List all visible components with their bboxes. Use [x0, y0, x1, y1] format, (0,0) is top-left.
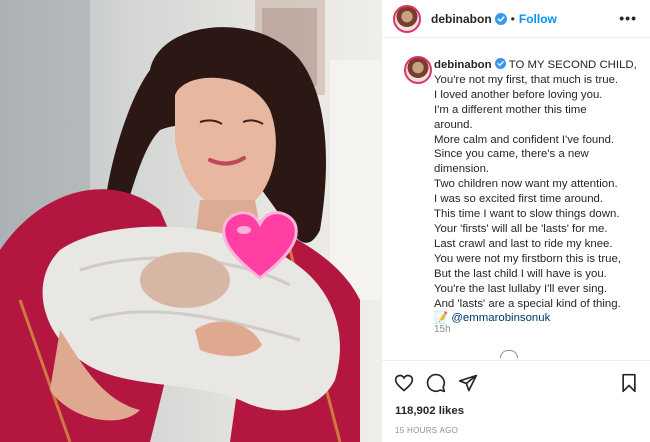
caption-line: I'm a different mother this time: [434, 103, 587, 116]
caption-username[interactable]: debinabon: [434, 59, 492, 71]
caption-line: This time I want to slow things down.: [434, 208, 620, 221]
action-bar: [382, 360, 650, 400]
post-time[interactable]: 15 HOURS AGO: [395, 426, 458, 435]
post-header: debinabon • Follow •••: [382, 0, 650, 38]
bookmark-icon[interactable]: [619, 373, 639, 393]
loading-spinner-icon: [500, 350, 518, 358]
follow-button[interactable]: Follow: [519, 12, 557, 26]
caption-line: And 'lasts' are a special kind of thing.: [434, 297, 621, 310]
caption-line: I was so excited first time around.: [434, 193, 604, 206]
caption-avatar[interactable]: [404, 56, 432, 84]
caption-line: TO MY SECOND CHILD,: [508, 59, 637, 71]
caption-line: Your 'firsts' will all be 'lasts' for me…: [434, 222, 608, 235]
comment-icon[interactable]: [426, 373, 446, 393]
share-icon[interactable]: [458, 373, 478, 393]
caption-line: You're not my first, that much is true.: [434, 73, 619, 86]
caption-area: debinabon TO MY SECOND CHILD, You're not…: [382, 48, 650, 338]
caption-line: around.: [434, 118, 473, 131]
mother-and-baby-illustration: [0, 0, 381, 442]
caption-line: Two children now want my attention.: [434, 178, 618, 191]
mention-link[interactable]: @emmarobinsonuk: [451, 312, 550, 324]
caption-line: More calm and confident I've found.: [434, 133, 615, 146]
post-photo[interactable]: [0, 0, 381, 442]
caption-line: You were not my firstborn this is true,: [434, 252, 621, 265]
caption-text: debinabon TO MY SECOND CHILD, You're not…: [434, 58, 639, 326]
heart-icon[interactable]: [394, 373, 414, 393]
post-panel: debinabon • Follow ••• debinabon TO MY S…: [381, 0, 650, 442]
caption-timestamp[interactable]: 15h: [434, 324, 451, 335]
verified-badge-icon: [494, 58, 506, 69]
likes-count[interactable]: 118,902 likes: [395, 405, 464, 417]
more-options-button[interactable]: •••: [619, 10, 637, 26]
caption-line: dimension.: [434, 163, 490, 176]
memo-emoji-icon: 📝: [434, 312, 449, 325]
verified-badge-icon: [494, 12, 507, 25]
caption-line: I loved another before loving you.: [434, 88, 603, 101]
heart-emoji-icon: [222, 211, 298, 280]
caption-line: Since you came, there's a new: [434, 148, 589, 161]
username-link[interactable]: debinabon: [431, 12, 492, 26]
caption-line: Last crawl and last to ride my knee.: [434, 237, 613, 250]
caption-line: But the last child I will have is you.: [434, 267, 607, 280]
separator-dot: •: [510, 11, 515, 26]
avatar[interactable]: [393, 4, 421, 33]
caption-line: You're the last lullaby I'll ever sing.: [434, 282, 607, 295]
